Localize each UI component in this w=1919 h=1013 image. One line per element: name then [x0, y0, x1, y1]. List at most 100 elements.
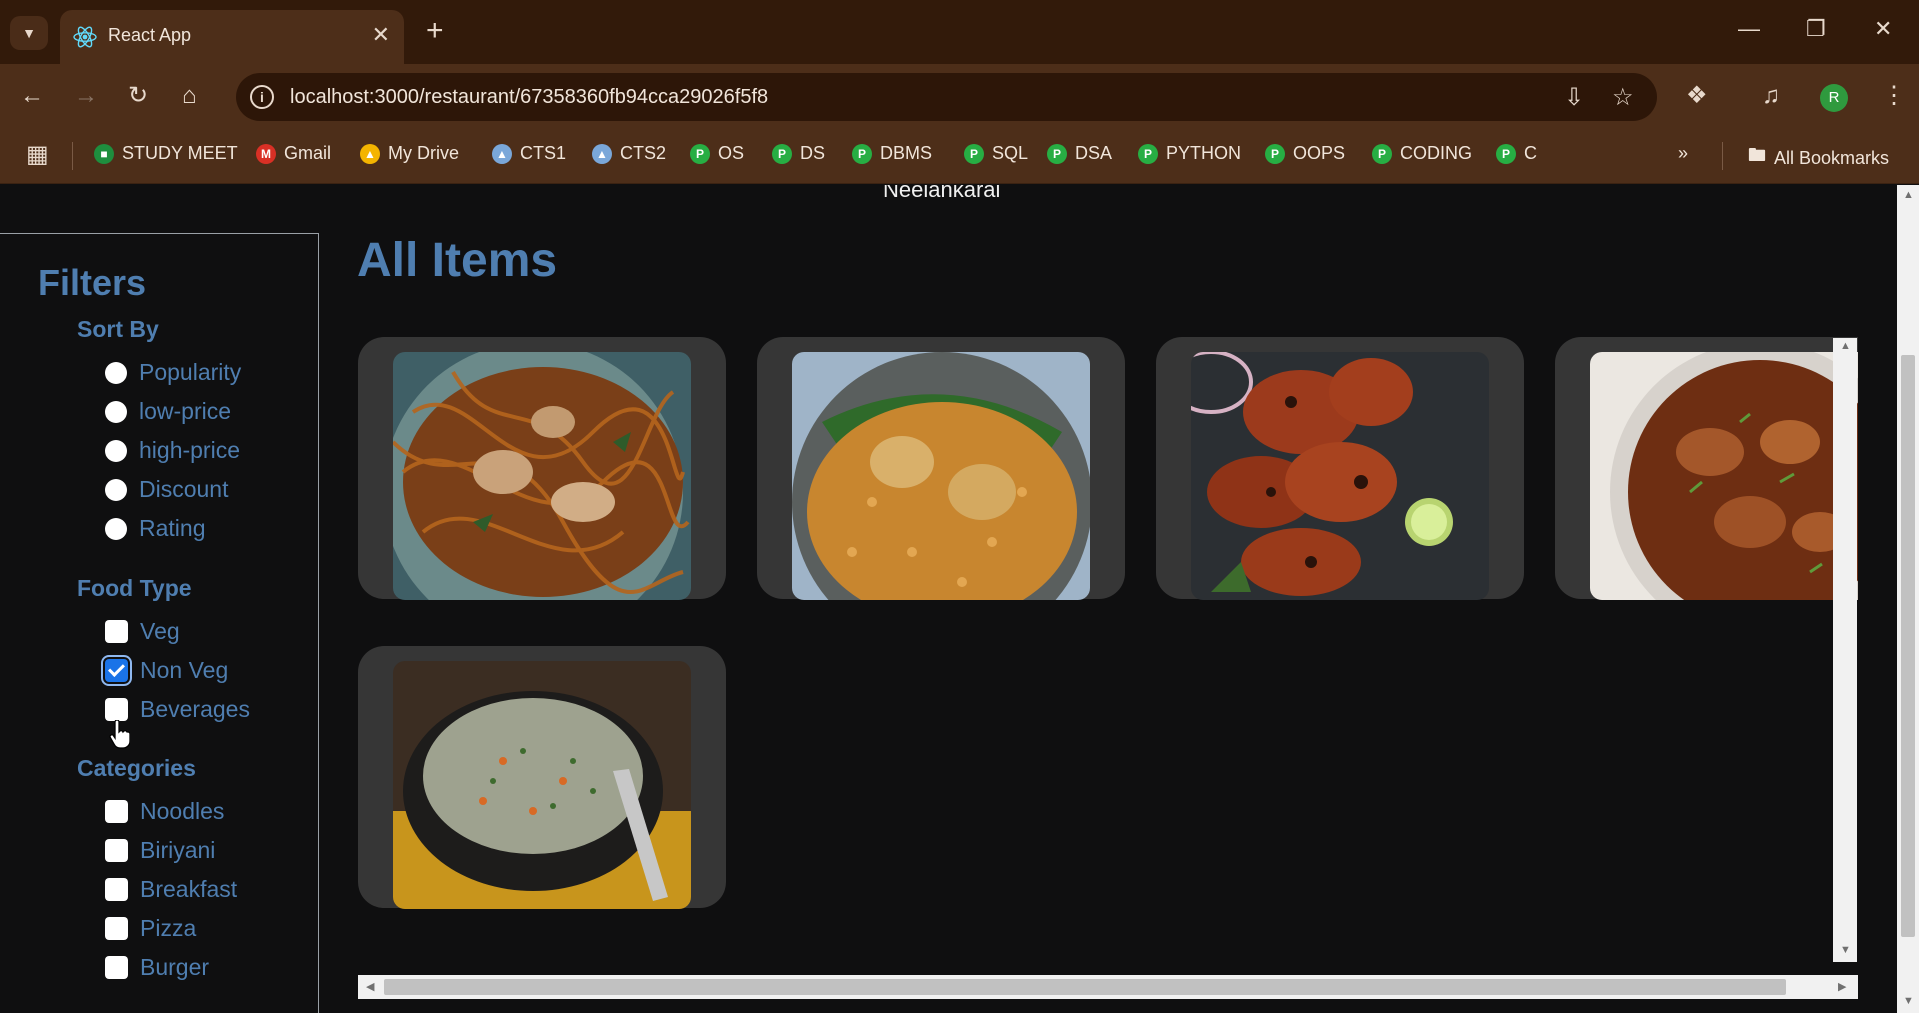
bookmark-os[interactable]: P OS: [690, 143, 744, 164]
chicken-curry-image[interactable]: [1590, 352, 1858, 600]
food-type-veg[interactable]: Veg: [105, 618, 180, 645]
checkbox[interactable]: [105, 620, 128, 643]
category-breakfast[interactable]: Breakfast: [105, 876, 237, 903]
bookmark-gmail[interactable]: M Gmail: [256, 143, 331, 164]
radio-button[interactable]: [105, 361, 127, 384]
apps-grid-icon[interactable]: ▦: [26, 141, 49, 169]
horizontal-scroll-thumb[interactable]: [384, 979, 1786, 995]
food-type-non-veg[interactable]: Non Veg: [101, 655, 228, 686]
checkbox[interactable]: [105, 956, 128, 979]
scroll-right-icon[interactable]: ▶: [1838, 980, 1846, 993]
checkbox[interactable]: [105, 839, 128, 862]
reload-icon[interactable]: ↻: [128, 82, 148, 110]
scroll-down-icon[interactable]: ▼: [1840, 944, 1851, 956]
bookmark-coding[interactable]: P CODING: [1372, 143, 1472, 164]
checkbox[interactable]: [105, 917, 128, 940]
address-bar[interactable]: i localhost:3000/restaurant/67358360fb94…: [236, 73, 1657, 121]
sort-option-discount[interactable]: Discount: [105, 476, 228, 503]
category-noodles[interactable]: Noodles: [105, 798, 224, 825]
all-bookmarks-folder[interactable]: 🖿 All Bookmarks: [1748, 143, 1889, 173]
menu-icon[interactable]: ⋮: [1882, 82, 1906, 110]
page-vertical-scrollbar[interactable]: ▲ ▼: [1897, 185, 1919, 1013]
item-card[interactable]: [1156, 337, 1524, 600]
biriyani-image[interactable]: [792, 352, 1090, 600]
radio-button[interactable]: [105, 400, 127, 423]
extensions-icon[interactable]: ❖: [1686, 82, 1708, 110]
chicken-soup-image[interactable]: [393, 661, 691, 909]
category-label: Pizza: [140, 915, 197, 941]
bookmark-oops[interactable]: P OOPS: [1265, 143, 1345, 164]
tab-search-button[interactable]: ▼: [10, 16, 48, 50]
radio-button[interactable]: [105, 517, 127, 540]
divider: [72, 142, 73, 170]
sort-option-rating[interactable]: Rating: [105, 515, 205, 542]
item-card[interactable]: [358, 337, 726, 600]
p-icon: P: [772, 143, 792, 164]
media-control-icon[interactable]: ♫: [1762, 82, 1780, 110]
bookmark-dsa[interactable]: P DSA: [1047, 143, 1112, 164]
scroll-up-icon[interactable]: ▲: [1840, 340, 1851, 352]
scroll-down-icon[interactable]: ▼: [1903, 995, 1914, 1007]
bookmark-my-drive[interactable]: ▲ My Drive: [360, 143, 459, 164]
checkbox[interactable]: [101, 655, 132, 686]
bookmark-cts1[interactable]: ▲ CTS1: [492, 143, 566, 164]
sort-option-label: Rating: [139, 515, 206, 541]
restore-icon[interactable]: ❐: [1806, 16, 1826, 42]
close-tab-icon[interactable]: ✕: [372, 22, 390, 48]
grid-horizontal-scrollbar[interactable]: ◀ ▶: [358, 975, 1858, 999]
more-bookmarks-icon[interactable]: »: [1678, 143, 1688, 164]
sort-option-low-price[interactable]: low-price: [105, 398, 231, 425]
bookmark-study-meet[interactable]: ■ STUDY MEET: [94, 143, 238, 164]
home-icon[interactable]: ⌂: [182, 82, 197, 110]
radio-button[interactable]: [105, 439, 127, 462]
bookmark-c[interactable]: PC: [1496, 143, 1537, 164]
back-icon[interactable]: ←: [20, 82, 44, 110]
forward-icon[interactable]: →: [74, 82, 98, 110]
close-window-icon[interactable]: ✕: [1874, 16, 1892, 42]
sort-option-high-price[interactable]: high-price: [105, 437, 240, 464]
category-label: Noodles: [140, 798, 225, 824]
scroll-left-icon[interactable]: ◀: [366, 980, 374, 993]
site-info-icon[interactable]: i: [250, 85, 274, 109]
sort-option-popularity[interactable]: Popularity: [105, 359, 241, 386]
category-biriyani[interactable]: Biriyani: [105, 837, 215, 864]
minimize-icon[interactable]: —: [1738, 16, 1760, 42]
p-icon: P: [1372, 143, 1392, 164]
checkbox[interactable]: [105, 698, 128, 721]
bookmark-python[interactable]: P PYTHON: [1138, 143, 1241, 164]
new-tab-icon[interactable]: +: [426, 14, 444, 48]
noodles-image[interactable]: [393, 352, 691, 600]
bookmark-label: DSA: [1075, 143, 1113, 163]
bookmark-label: CODING: [1400, 143, 1472, 163]
radio-button[interactable]: [105, 478, 127, 501]
category-label: Burger: [140, 954, 210, 980]
browser-tab[interactable]: React App ✕: [60, 10, 404, 64]
item-card[interactable]: [1555, 337, 1858, 600]
profile-avatar[interactable]: R: [1820, 84, 1848, 112]
food-type-beverages[interactable]: Beverages: [105, 696, 250, 723]
checkbox[interactable]: [105, 800, 128, 823]
category-burger[interactable]: Burger: [105, 954, 209, 981]
divider: [1722, 142, 1723, 170]
bookmark-star-icon[interactable]: ☆: [1612, 83, 1634, 112]
bookmark-cts2[interactable]: ▲ CTS2: [592, 143, 666, 164]
page-scroll-thumb[interactable]: [1901, 355, 1915, 937]
browser-tab-bar: ▼ React App ✕ + — ❐ ✕: [0, 0, 1919, 64]
grid-vertical-scrollbar[interactable]: ▲ ▼: [1833, 338, 1857, 962]
tandoori-chicken-image[interactable]: [1191, 352, 1489, 600]
bookmark-sql[interactable]: P SQL: [964, 143, 1028, 164]
bookmark-label: Gmail: [284, 143, 332, 163]
bookmark-dbms[interactable]: P DBMS: [852, 143, 932, 164]
scroll-up-icon[interactable]: ▲: [1903, 189, 1914, 201]
sort-option-label: high-price: [139, 437, 240, 463]
category-pizza[interactable]: Pizza: [105, 915, 196, 942]
item-card[interactable]: [358, 646, 726, 909]
bookmark-ds[interactable]: P DS: [772, 143, 825, 164]
install-app-icon[interactable]: ⇩: [1564, 83, 1584, 112]
items-grid[interactable]: [358, 337, 1858, 988]
item-card[interactable]: [757, 337, 1125, 600]
sort-option-label: low-price: [139, 398, 232, 424]
p-icon: P: [1047, 143, 1067, 164]
filters-sidebar: Filters Sort By Popularity low-price high-…: [0, 233, 319, 1013]
checkbox[interactable]: [105, 878, 128, 901]
